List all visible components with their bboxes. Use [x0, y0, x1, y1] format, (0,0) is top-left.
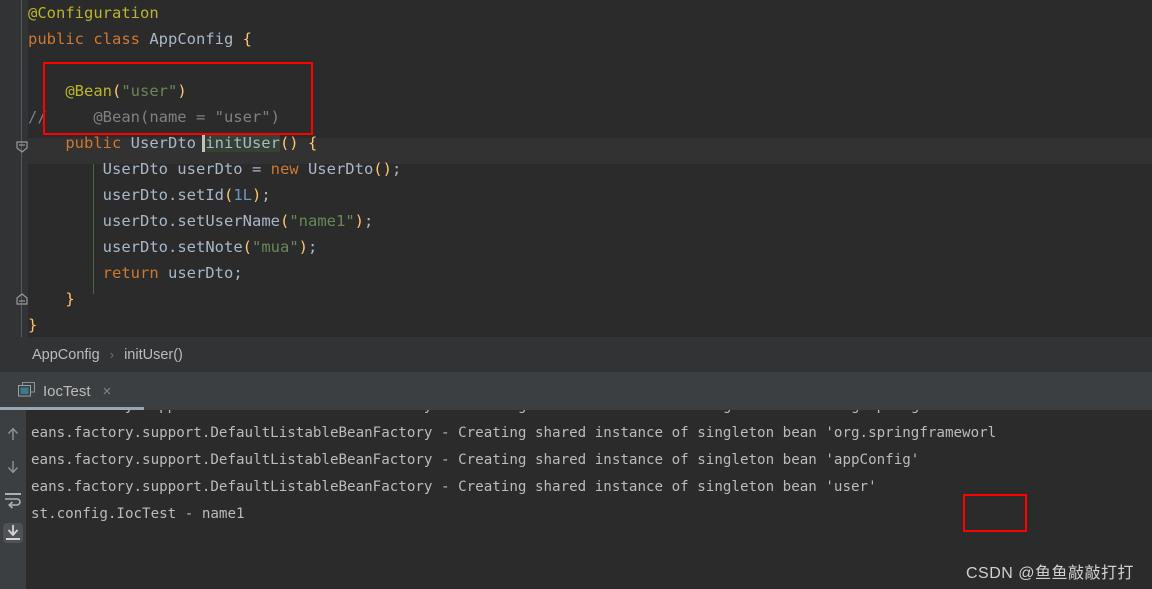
up-arrow-icon[interactable] [3, 424, 23, 444]
console-line: eans.factory.support.DefaultListableBean… [31, 479, 877, 495]
csdn-watermark: CSDN @鱼鱼敲敲打打 [965, 565, 1134, 582]
code-token: ; [261, 186, 271, 204]
code-token: } [65, 290, 75, 308]
code-token: new [270, 160, 308, 178]
line-class-decl[interactable]: public class AppConfig { [28, 26, 1152, 52]
code-token: . [167, 238, 178, 256]
code-token: } [28, 316, 38, 334]
close-icon[interactable]: × [103, 383, 112, 400]
code-token: ; [364, 212, 374, 230]
code-token: = [251, 160, 271, 178]
code-token: return [102, 264, 168, 282]
ide-window: @Configuration public class AppConfig { @… [0, 0, 1152, 589]
soft-wrap-icon[interactable] [3, 490, 23, 510]
code-token: { [242, 30, 252, 48]
code-editor[interactable]: @Configuration public class AppConfig { @… [0, 0, 1152, 337]
down-arrow-icon[interactable] [3, 457, 23, 477]
code-token: ) [177, 82, 187, 100]
code-token: UserDto [307, 160, 374, 178]
code-token: ; [391, 160, 402, 178]
code-fold-line [21, 0, 22, 337]
code-token: () [373, 160, 392, 178]
line-annotation-bean[interactable]: @Bean("user") [28, 78, 1152, 104]
line-new-userdto[interactable]: UserDto userDto = new UserDto(); [28, 156, 1152, 182]
line-set-note[interactable]: userDto.setNote("mua"); [28, 234, 1152, 260]
code-token: @Configuration [28, 4, 159, 22]
breadcrumb[interactable]: AppConfig › initUser() [0, 337, 1152, 372]
code-token: public [28, 30, 94, 48]
code-token: "mua" [252, 238, 299, 256]
editor-gutter[interactable] [0, 0, 28, 337]
chevron-right-icon: › [109, 347, 115, 362]
run-tab-label: IocTest [43, 382, 91, 400]
code-token: . [167, 212, 178, 230]
code-token: setNote [177, 238, 243, 256]
console-lines: eans.factory.support.DefaultListableBean… [31, 410, 996, 528]
code-token: "name1" [289, 212, 355, 230]
code-token: ( [279, 212, 290, 230]
code-token: ( [242, 238, 252, 256]
code-text-area[interactable]: @Configuration public class AppConfig { @… [28, 0, 1152, 337]
code-token: "user" [121, 82, 178, 100]
code-token: AppConfig [149, 30, 243, 48]
code-token: public [65, 134, 131, 152]
code-token: ( [112, 82, 122, 100]
run-tab-bar: IocTest × [0, 372, 1152, 410]
code-token: ; [233, 264, 243, 282]
code-token: () [279, 134, 299, 152]
code-token: . [167, 186, 178, 204]
code-token: ) [354, 212, 364, 230]
line-set-username[interactable]: userDto.setUserName("name1"); [28, 208, 1152, 234]
code-token: initUser [205, 134, 280, 152]
inspection-squiggle [36, 130, 316, 136]
code-token: 1L [233, 186, 253, 204]
code-token: { [307, 134, 318, 152]
line-close-class[interactable]: } [28, 312, 1152, 337]
run-tab-ioctest[interactable]: IocTest × [8, 372, 123, 410]
code-token: class [93, 30, 150, 48]
code-token: userDto [102, 186, 168, 204]
line-close-method[interactable]: } [28, 286, 1152, 312]
code-token: userDto [102, 212, 168, 230]
console-line: eans.factory.support.DefaultListableBean… [31, 410, 996, 420]
console-line: eans.factory.support.DefaultListableBean… [31, 452, 920, 468]
run-configuration-icon [18, 381, 35, 401]
fold-expand-icon-method-end[interactable] [15, 292, 29, 306]
scroll-to-end-icon[interactable] [3, 523, 23, 543]
code-token: UserDto userDto [102, 160, 252, 178]
line-annotation-configuration[interactable]: @Configuration [28, 0, 1152, 26]
breadcrumb-item-class[interactable]: AppConfig [32, 347, 100, 363]
code-token: @Bean [65, 82, 112, 100]
code-token: userDto [167, 264, 234, 282]
line-commented-bean[interactable]: // @Bean(name = "user") [28, 104, 1152, 130]
console-line: eans.factory.support.DefaultListableBean… [31, 425, 997, 441]
line-return[interactable]: return userDto; [28, 260, 1152, 286]
code-token: ( [224, 186, 234, 204]
code-token: ; [308, 238, 318, 256]
code-token: ) [252, 186, 262, 204]
console-toolbar[interactable] [0, 410, 26, 589]
code-token: ) [298, 238, 309, 256]
fold-collapse-icon-method[interactable] [15, 140, 29, 154]
code-token: UserDto [130, 134, 206, 152]
run-tool-window: IocTest × eans.factory.support.DefaultLi… [0, 372, 1152, 589]
line-set-id[interactable]: userDto.setId(1L); [28, 182, 1152, 208]
code-token: // @Bean(name = "user") [28, 108, 280, 126]
code-token: setId [177, 186, 224, 204]
console-line: st.config.IocTest - name1 [31, 506, 245, 522]
line-blank-1[interactable] [28, 52, 1152, 78]
breadcrumb-item-method[interactable]: initUser() [124, 347, 183, 363]
code-token: setUserName [177, 212, 280, 230]
code-token: userDto [102, 238, 168, 256]
